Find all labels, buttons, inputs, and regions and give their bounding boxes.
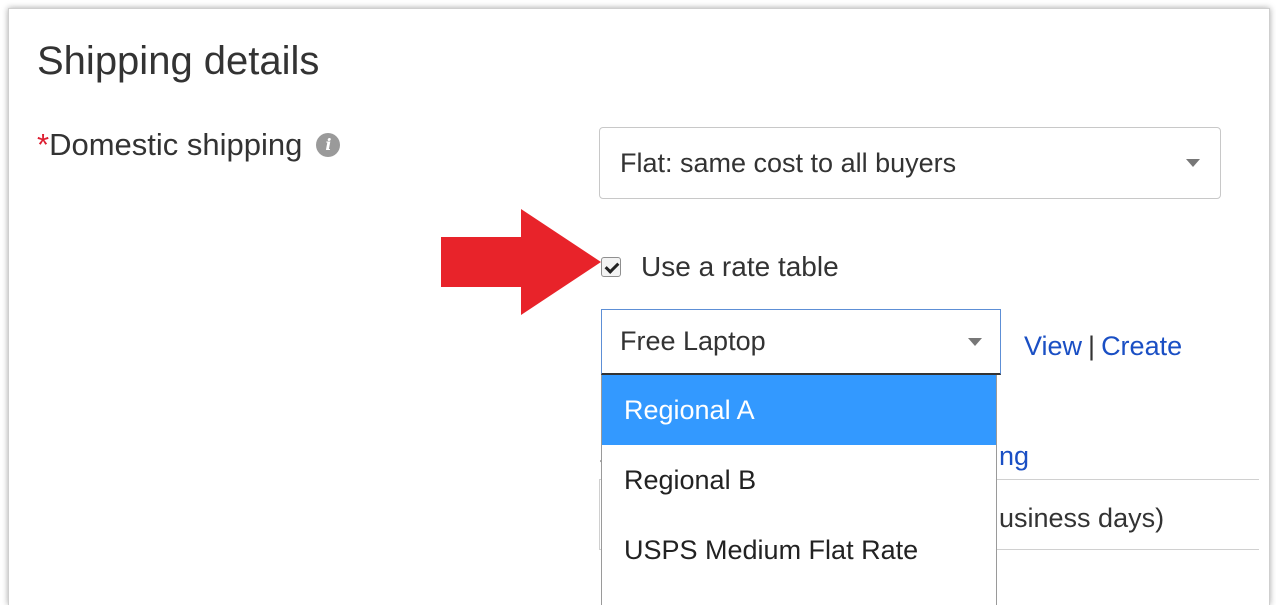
obscured-link-fragment[interactable]: ng <box>999 441 1029 472</box>
rate-table-value: Free Laptop <box>620 326 766 356</box>
dropdown-option[interactable]: USPS Medium Flat Rate <box>602 515 996 585</box>
shipping-details-panel: Shipping details * Domestic shipping i F… <box>8 8 1270 605</box>
link-separator: | <box>1088 331 1096 361</box>
rate-table-dropdown: Regional A Regional B USPS Medium Flat R… <box>601 375 997 605</box>
annotation-arrow-icon <box>441 209 601 315</box>
obscured-text-fragment: usiness days) <box>999 503 1165 533</box>
domestic-shipping-label: * Domestic shipping i <box>37 127 341 163</box>
use-rate-table-label: Use a rate table <box>641 251 839 282</box>
view-link[interactable]: View <box>1024 331 1082 361</box>
create-link[interactable]: Create <box>1101 331 1182 361</box>
use-rate-table-row[interactable]: Use a rate table <box>601 251 839 283</box>
dropdown-option[interactable]: Regional A <box>602 375 996 445</box>
rate-table-links: View | Create <box>1024 331 1182 362</box>
required-mark: * <box>37 127 50 162</box>
section-title: Shipping details <box>37 39 320 83</box>
shipping-type-select[interactable]: Flat: same cost to all buyers <box>599 127 1221 199</box>
info-icon[interactable]: i <box>316 133 341 157</box>
shipping-type-value: Flat: same cost to all buyers <box>620 147 957 178</box>
chevron-down-icon <box>1186 159 1200 167</box>
rate-table-select[interactable]: Free Laptop <box>601 309 1001 375</box>
divider <box>599 479 600 549</box>
dropdown-option[interactable]: Regional B <box>602 445 996 515</box>
domestic-shipping-label-text: Domestic shipping <box>49 127 303 162</box>
chevron-down-icon <box>968 337 982 346</box>
